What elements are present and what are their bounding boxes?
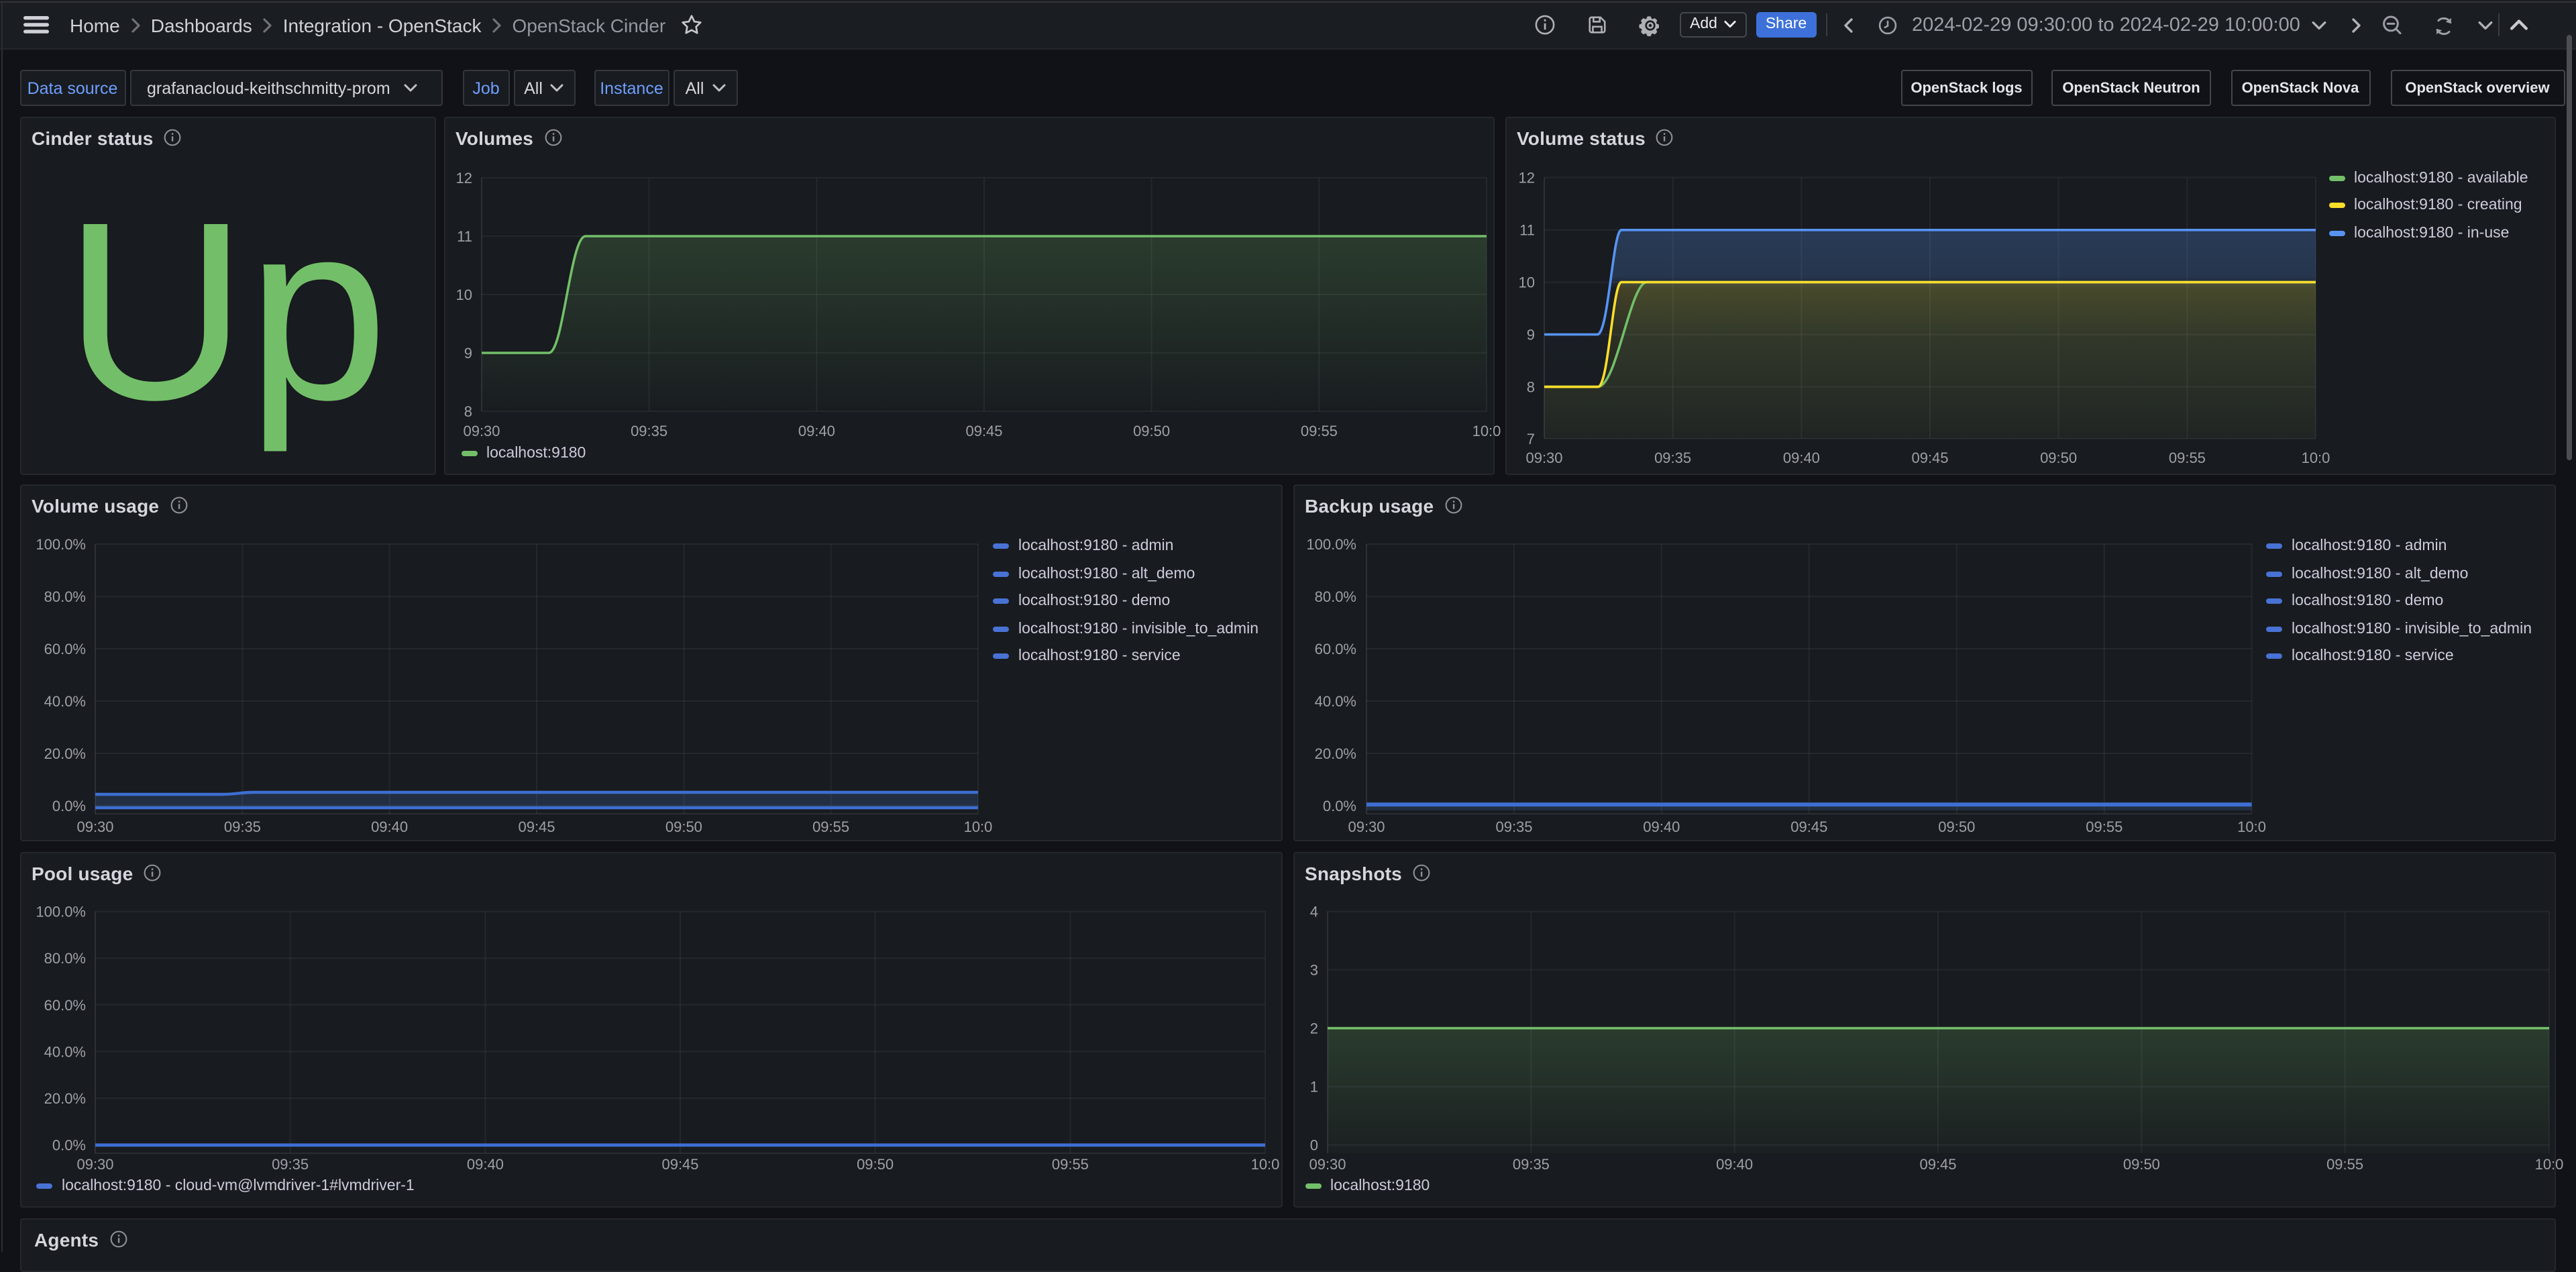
svg-text:09:50: 09:50 [2039, 449, 2076, 466]
svg-text:09:50: 09:50 [1937, 818, 1974, 835]
svg-text:09:35: 09:35 [1654, 449, 1690, 466]
svg-text:10:0: 10:0 [2301, 449, 2330, 466]
svg-text:09:50: 09:50 [2123, 1156, 2159, 1173]
svg-text:100.0%: 100.0% [35, 904, 85, 920]
svg-text:20.0%: 20.0% [1314, 745, 1356, 762]
svg-text:12: 12 [1518, 169, 1534, 186]
svg-text:10: 10 [1518, 274, 1534, 291]
svg-text:09:40: 09:40 [1715, 1156, 1752, 1173]
svg-text:10:0: 10:0 [1472, 423, 1501, 439]
svg-text:09:40: 09:40 [1642, 818, 1679, 835]
svg-text:12: 12 [455, 170, 472, 187]
svg-text:09:40: 09:40 [1782, 449, 1819, 466]
svg-text:20.0%: 20.0% [44, 745, 85, 762]
svg-text:09:45: 09:45 [1790, 818, 1827, 835]
svg-text:60.0%: 60.0% [44, 997, 85, 1014]
svg-text:09:30: 09:30 [1347, 818, 1384, 835]
svg-text:11: 11 [1519, 222, 1534, 239]
svg-text:09:40: 09:40 [798, 423, 835, 439]
svg-text:10: 10 [455, 286, 472, 303]
svg-text:09:45: 09:45 [517, 818, 554, 835]
svg-text:0: 0 [1309, 1137, 1318, 1154]
svg-text:09:40: 09:40 [466, 1156, 503, 1173]
svg-text:09:45: 09:45 [661, 1156, 698, 1173]
svg-text:100.0%: 100.0% [35, 536, 85, 553]
svg-text:80.0%: 80.0% [44, 588, 85, 605]
svg-text:09:55: 09:55 [1051, 1156, 1088, 1173]
svg-text:60.0%: 60.0% [44, 641, 85, 657]
svg-text:09:45: 09:45 [1911, 449, 1947, 466]
svg-text:60.0%: 60.0% [1314, 641, 1356, 657]
svg-text:09:45: 09:45 [965, 423, 1002, 439]
svg-text:09:50: 09:50 [665, 818, 702, 835]
svg-text:0.0%: 0.0% [52, 1137, 85, 1154]
svg-text:20.0%: 20.0% [44, 1090, 85, 1107]
svg-text:09:30: 09:30 [76, 1156, 113, 1173]
svg-text:09:55: 09:55 [1300, 423, 1337, 439]
svg-text:11: 11 [456, 228, 472, 245]
svg-text:40.0%: 40.0% [44, 693, 85, 710]
svg-text:09:35: 09:35 [1495, 818, 1532, 835]
svg-text:09:30: 09:30 [76, 818, 113, 835]
svg-text:3: 3 [1309, 962, 1318, 979]
svg-text:100.0%: 100.0% [1305, 536, 1356, 553]
svg-text:10:0: 10:0 [2534, 1156, 2563, 1173]
svg-text:09:40: 09:40 [370, 818, 407, 835]
svg-text:09:45: 09:45 [1919, 1156, 1955, 1173]
svg-text:4: 4 [1309, 904, 1318, 920]
svg-text:10:0: 10:0 [2237, 818, 2265, 835]
svg-text:0.0%: 0.0% [52, 798, 85, 814]
svg-text:2: 2 [1309, 1020, 1318, 1037]
svg-text:9: 9 [464, 345, 472, 362]
svg-text:7: 7 [1526, 431, 1534, 447]
svg-text:80.0%: 80.0% [44, 950, 85, 967]
svg-text:09:55: 09:55 [2326, 1156, 2363, 1173]
svg-text:09:55: 09:55 [812, 818, 849, 835]
svg-text:10:0: 10:0 [1250, 1156, 1279, 1173]
svg-text:09:30: 09:30 [1308, 1156, 1345, 1173]
svg-text:09:35: 09:35 [271, 1156, 308, 1173]
svg-text:09:30: 09:30 [462, 423, 499, 439]
svg-text:80.0%: 80.0% [1314, 588, 1356, 605]
svg-text:9: 9 [1526, 327, 1534, 343]
svg-text:0.0%: 0.0% [1322, 798, 1356, 814]
svg-text:10:0: 10:0 [963, 818, 992, 835]
svg-text:09:55: 09:55 [2168, 449, 2205, 466]
svg-text:09:55: 09:55 [2085, 818, 2122, 835]
svg-text:09:35: 09:35 [1512, 1156, 1549, 1173]
svg-text:09:30: 09:30 [1525, 449, 1562, 466]
svg-text:09:35: 09:35 [630, 423, 667, 439]
svg-text:40.0%: 40.0% [1314, 693, 1356, 710]
svg-text:8: 8 [464, 403, 472, 420]
svg-text:8: 8 [1526, 379, 1534, 396]
svg-text:40.0%: 40.0% [44, 1043, 85, 1060]
svg-text:09:35: 09:35 [223, 818, 260, 835]
svg-text:09:50: 09:50 [856, 1156, 893, 1173]
svg-text:1: 1 [1309, 1079, 1318, 1096]
svg-text:09:50: 09:50 [1132, 423, 1169, 439]
